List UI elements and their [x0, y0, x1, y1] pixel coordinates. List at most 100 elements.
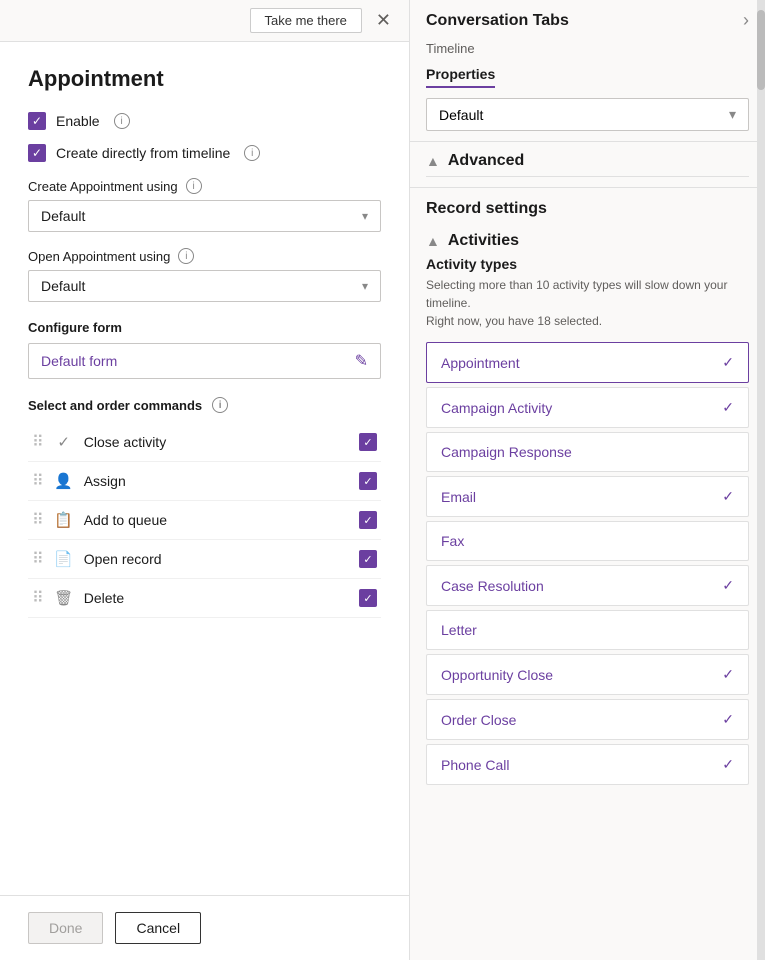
activity-list-item[interactable]: Email ✓	[426, 476, 749, 517]
command-row: ⠿ 👤 Assign ✓	[28, 462, 381, 501]
command-row: ⠿ 🗑 Delete ✓	[28, 579, 381, 618]
properties-section: Properties Default ▾	[410, 66, 765, 141]
command-row: ⠿ 📋 Add to queue ✓	[28, 501, 381, 540]
enable-checkbox[interactable]: ✓	[28, 112, 46, 130]
activity-list-item[interactable]: Case Resolution ✓	[426, 565, 749, 606]
activity-list-item[interactable]: Phone Call ✓	[426, 744, 749, 785]
command-checkbox[interactable]: ✓	[359, 589, 377, 607]
command-checkmark: ✓	[363, 553, 372, 566]
right-panel: Conversation Tabs › Timeline Properties …	[410, 0, 765, 960]
activity-list-item[interactable]: Letter	[426, 610, 749, 650]
enable-checkmark: ✓	[32, 114, 42, 128]
drag-handle-icon[interactable]: ⠿	[32, 510, 44, 530]
activity-list-item[interactable]: Campaign Activity ✓	[426, 387, 749, 428]
command-icon: 📋	[54, 511, 74, 529]
properties-dropdown-chevron-icon: ▾	[729, 106, 736, 123]
activity-types-label: Activity types	[426, 256, 749, 272]
activity-item-label: Fax	[441, 533, 464, 549]
advanced-title: Advanced	[448, 152, 524, 170]
scrollbar-track[interactable]	[757, 0, 765, 960]
top-bar: Take me there ✕	[0, 0, 409, 42]
open-using-info-icon[interactable]: i	[178, 248, 194, 264]
done-button[interactable]: Done	[28, 912, 103, 944]
record-settings-label: Record settings	[410, 187, 765, 222]
default-form-value: Default form	[41, 353, 117, 369]
activity-list-item[interactable]: Appointment ✓	[426, 342, 749, 383]
activities-header: ▲ Activities	[426, 232, 749, 250]
activity-item-label: Campaign Response	[441, 444, 572, 460]
create-using-value: Default	[41, 208, 85, 224]
activity-hint: Selecting more than 10 activity types wi…	[426, 276, 749, 330]
create-using-info-icon[interactable]: i	[186, 178, 202, 194]
properties-dropdown[interactable]: Default ▾	[426, 98, 749, 131]
command-checkmark: ✓	[363, 436, 372, 449]
command-row: ⠿ 📄 Open record ✓	[28, 540, 381, 579]
enable-row: ✓ Enable i	[28, 112, 381, 130]
open-using-dropdown[interactable]: Default ▾	[28, 270, 381, 302]
command-checkbox[interactable]: ✓	[359, 472, 377, 490]
create-using-label: Create Appointment using i	[28, 178, 381, 194]
command-label: Close activity	[84, 434, 349, 450]
create-directly-checkbox[interactable]: ✓	[28, 144, 46, 162]
create-using-dropdown[interactable]: Default ▾	[28, 200, 381, 232]
open-using-label: Open Appointment using i	[28, 248, 381, 264]
activity-list-item[interactable]: Campaign Response	[426, 432, 749, 472]
drag-handle-icon[interactable]: ⠿	[32, 549, 44, 569]
command-checkbox[interactable]: ✓	[359, 550, 377, 568]
commands-info-icon[interactable]: i	[212, 397, 228, 413]
activities-chevron-icon[interactable]: ▲	[426, 233, 440, 249]
right-panel-subtitle: Timeline	[410, 41, 765, 66]
activity-list-item[interactable]: Order Close ✓	[426, 699, 749, 740]
activity-item-label: Email	[441, 489, 476, 505]
activity-check-icon: ✓	[722, 399, 734, 416]
command-checkbox[interactable]: ✓	[359, 433, 377, 451]
activity-item-label: Appointment	[441, 355, 520, 371]
command-checkbox[interactable]: ✓	[359, 511, 377, 529]
drag-handle-icon[interactable]: ⠿	[32, 432, 44, 452]
command-icon: 👤	[54, 472, 74, 490]
create-directly-checkmark: ✓	[32, 146, 42, 160]
activity-list-item[interactable]: Fax	[426, 521, 749, 561]
close-button[interactable]: ✕	[370, 8, 397, 33]
activity-check-icon: ✓	[722, 354, 734, 371]
activity-item-label: Letter	[441, 622, 477, 638]
edit-form-icon[interactable]: ✎	[355, 351, 368, 371]
drag-handle-icon[interactable]: ⠿	[32, 588, 44, 608]
command-checkmark: ✓	[363, 592, 372, 605]
command-row: ⠿ ✓ Close activity ✓	[28, 423, 381, 462]
activity-check-icon: ✓	[722, 756, 734, 773]
enable-info-icon[interactable]: i	[114, 113, 130, 129]
take-me-there-button[interactable]: Take me there	[250, 8, 362, 33]
command-icon: 📄	[54, 550, 74, 568]
left-panel: Take me there ✕ Appointment ✓ Enable i ✓…	[0, 0, 410, 960]
right-panel-chevron-icon[interactable]: ›	[743, 10, 749, 31]
configure-form-label: Configure form	[28, 320, 381, 335]
advanced-header[interactable]: ▲ Advanced	[426, 152, 749, 170]
command-icon: ✓	[54, 433, 74, 451]
right-panel-title: Conversation Tabs	[426, 12, 569, 30]
drag-handle-icon[interactable]: ⠿	[32, 471, 44, 491]
create-directly-info-icon[interactable]: i	[244, 145, 260, 161]
advanced-chevron-icon: ▲	[426, 153, 440, 169]
activities-section: ▲ Activities Activity types Selecting mo…	[410, 222, 765, 799]
command-label: Assign	[84, 473, 349, 489]
properties-dropdown-value: Default	[439, 107, 483, 123]
cancel-button[interactable]: Cancel	[115, 912, 201, 944]
panel-footer: Done Cancel	[0, 895, 409, 960]
activity-check-icon: ✓	[722, 577, 734, 594]
panel-body: Appointment ✓ Enable i ✓ Create directly…	[0, 42, 409, 895]
commands-list: ⠿ ✓ Close activity ✓ ⠿ 👤 Assign ✓ ⠿ 📋 Ad…	[28, 423, 381, 618]
scrollbar-thumb[interactable]	[757, 10, 765, 90]
command-label: Add to queue	[84, 512, 349, 528]
command-label: Open record	[84, 551, 349, 567]
commands-label: Select and order commands i	[28, 397, 381, 413]
activity-check-icon: ✓	[722, 488, 734, 505]
create-using-chevron-icon: ▾	[362, 209, 368, 223]
activity-items-list: Appointment ✓ Campaign Activity ✓ Campai…	[426, 342, 749, 785]
create-directly-row: ✓ Create directly from timeline i	[28, 144, 381, 162]
command-label: Delete	[84, 590, 349, 606]
command-icon: 🗑	[54, 589, 74, 607]
activity-item-label: Case Resolution	[441, 578, 544, 594]
advanced-section: ▲ Advanced	[410, 141, 765, 187]
activity-list-item[interactable]: Opportunity Close ✓	[426, 654, 749, 695]
